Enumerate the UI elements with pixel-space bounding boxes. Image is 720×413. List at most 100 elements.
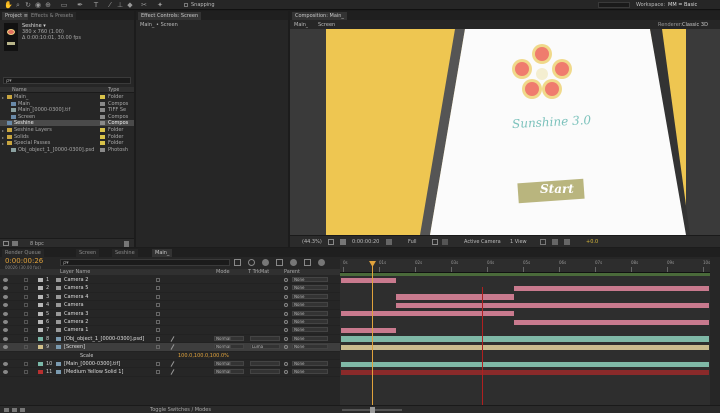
parent-pickwhip-icon[interactable]: [284, 345, 288, 350]
layer-label-color[interactable]: [38, 286, 43, 291]
layer-label-color[interactable]: [38, 362, 43, 366]
grid-icon[interactable]: [328, 239, 334, 245]
visibility-eye-icon[interactable]: [3, 336, 8, 341]
lock-toggle-icon[interactable]: [24, 362, 28, 366]
layer-name[interactable]: Camera: [64, 302, 150, 308]
col-layer-name[interactable]: Layer Name: [60, 269, 90, 275]
tab-project[interactable]: Project ≡: [2, 12, 31, 20]
transfer-controls-icon[interactable]: [12, 408, 17, 412]
layer-duration-bar[interactable]: [341, 311, 514, 317]
project-item[interactable]: Obj_object_1_[0000-0300].psd Photosh: [0, 147, 134, 153]
layer-row[interactable]: 10 [Main_[0000-0300].tif] Normal None: [0, 360, 340, 369]
timeline-timecode[interactable]: 0:00:00:26: [5, 257, 43, 265]
layer-name[interactable]: Camera 2: [64, 277, 150, 283]
shy-switch-icon[interactable]: [156, 278, 160, 282]
current-time-indicator[interactable]: [372, 261, 373, 406]
shy-switch-icon[interactable]: [156, 345, 160, 350]
shy-switch-icon[interactable]: [156, 336, 160, 341]
visibility-eye-icon[interactable]: [3, 311, 8, 316]
lock-toggle-icon[interactable]: [24, 311, 28, 316]
parent-dropdown[interactable]: None: [292, 327, 328, 333]
parent-dropdown[interactable]: None: [292, 369, 328, 375]
layer-row[interactable]: 1 Camera 2 None: [0, 276, 340, 285]
project-item[interactable]: ▸ Main_ Folder: [0, 94, 134, 100]
hand-tool-icon[interactable]: ✋: [4, 1, 13, 9]
layer-name[interactable]: Camera 5: [64, 285, 150, 291]
lock-toggle-icon[interactable]: [24, 294, 28, 299]
comp-mini-flowchart-icon[interactable]: [234, 259, 241, 266]
rotate-tool-icon[interactable]: ↻: [24, 1, 32, 9]
project-item[interactable]: Main_ Compos: [0, 101, 134, 107]
layer-label-color[interactable]: [38, 336, 43, 341]
blend-mode-dropdown[interactable]: Normal: [214, 361, 244, 366]
shy-switch-icon[interactable]: [156, 303, 160, 308]
parent-dropdown[interactable]: None: [292, 277, 328, 282]
tab-seshine[interactable]: Seshine: [112, 249, 138, 257]
layer-duration-bar[interactable]: [396, 302, 709, 309]
trash-icon[interactable]: [124, 241, 129, 247]
visibility-eye-icon[interactable]: [3, 294, 8, 299]
layer-label-color[interactable]: [38, 303, 43, 308]
in-out-icon[interactable]: [20, 408, 25, 412]
pin-tool-icon[interactable]: ✦: [156, 1, 164, 9]
eraser-tool-icon[interactable]: ◆: [126, 1, 134, 9]
text-tool-icon[interactable]: T: [92, 1, 100, 9]
layer-name[interactable]: Camera 2: [64, 319, 150, 325]
project-item[interactable]: Screen Compos: [0, 114, 134, 120]
lock-toggle-icon[interactable]: [24, 345, 28, 350]
interpret-footage-icon[interactable]: [3, 241, 9, 246]
layer-label-color[interactable]: [38, 370, 43, 375]
col-type-header[interactable]: Type: [108, 87, 119, 93]
label-color-swatch[interactable]: [100, 141, 105, 146]
toggle-switches-modes[interactable]: Toggle Switches / Modes: [150, 407, 211, 413]
lock-toggle-icon[interactable]: [24, 320, 28, 324]
trkmat-dropdown[interactable]: [250, 369, 280, 375]
layer-label-color[interactable]: [38, 320, 43, 324]
visibility-eye-icon[interactable]: [3, 278, 8, 282]
label-color-swatch[interactable]: [100, 101, 105, 106]
parent-dropdown[interactable]: None: [292, 310, 328, 316]
blend-mode-dropdown[interactable]: Normal: [214, 369, 244, 375]
clone-tool-icon[interactable]: ⊥: [116, 1, 124, 9]
views-dropdown[interactable]: 1 View: [510, 239, 527, 245]
comp-breadcrumb-main[interactable]: Main_: [294, 22, 308, 28]
label-color-swatch[interactable]: [100, 121, 105, 126]
label-color-swatch[interactable]: [100, 128, 105, 132]
project-item[interactable]: ▸ Solids Folder: [0, 134, 134, 140]
parent-pickwhip-icon[interactable]: [284, 303, 288, 308]
parent-dropdown[interactable]: None: [292, 293, 328, 299]
layer-name[interactable]: [Main_[0000-0300].tif]: [64, 361, 150, 367]
quality-switch-icon[interactable]: [170, 369, 175, 376]
parent-dropdown[interactable]: None: [292, 285, 328, 291]
visibility-eye-icon[interactable]: [3, 328, 8, 333]
lock-toggle-icon[interactable]: [24, 336, 28, 341]
workspace-select[interactable]: MM = Basic: [668, 2, 697, 8]
layer-duration-bar[interactable]: [341, 336, 709, 342]
parent-dropdown[interactable]: None: [292, 302, 328, 308]
bpc-label[interactable]: 8 bpc: [30, 241, 44, 247]
layer-label-color[interactable]: [38, 345, 43, 350]
shy-switch-icon[interactable]: [156, 320, 160, 324]
shy-switch-icon[interactable]: [156, 294, 160, 299]
parent-pickwhip-icon[interactable]: [284, 362, 288, 366]
parent-pickwhip-icon[interactable]: [284, 336, 288, 341]
camera-dropdown[interactable]: Active Camera: [464, 239, 501, 245]
zoom-tool-icon[interactable]: ⌕: [14, 1, 22, 9]
parent-dropdown[interactable]: None: [292, 344, 328, 350]
label-color-swatch[interactable]: [100, 134, 105, 139]
parent-pickwhip-icon[interactable]: [284, 286, 288, 291]
project-item[interactable]: ▸ Seshine Layers Folder: [0, 127, 134, 133]
project-item[interactable]: Main_[0000-0300].tif TIFF Se: [0, 107, 134, 113]
layer-row[interactable]: 4 Camera None: [0, 301, 340, 310]
show-snapshot-icon[interactable]: [386, 239, 392, 245]
zoom-dropdown[interactable]: (44.3%): [302, 239, 322, 245]
parent-pickwhip-icon[interactable]: [284, 294, 288, 299]
layer-row[interactable]: 2 Camera 5 None: [0, 284, 340, 293]
brush-tool-icon[interactable]: ⁄: [106, 1, 114, 9]
parent-pickwhip-icon[interactable]: [284, 328, 288, 333]
start-button-text[interactable]: Start: [540, 182, 574, 196]
col-trkmat[interactable]: T TrkMat: [248, 269, 269, 275]
current-time-display[interactable]: 0:00:00:20: [352, 239, 379, 245]
tab-effect-controls[interactable]: Effect Controls: Screen: [138, 12, 202, 20]
tab-screen[interactable]: Screen: [76, 249, 100, 257]
